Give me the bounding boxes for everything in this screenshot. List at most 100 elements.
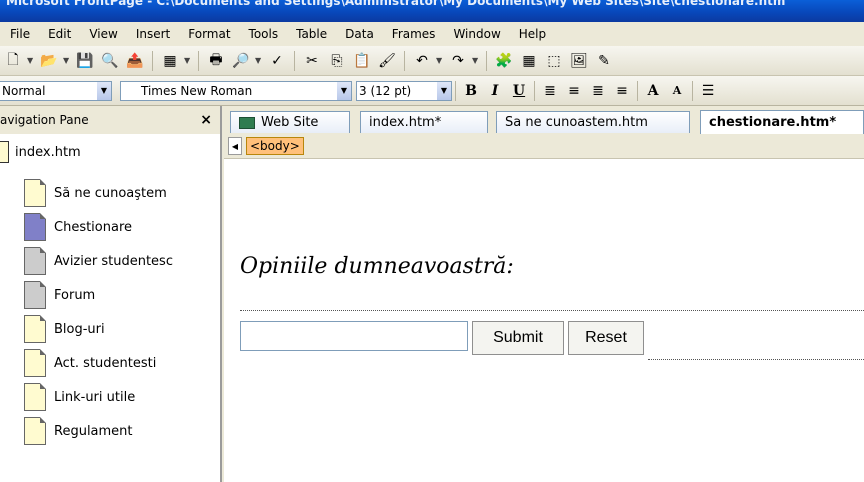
font-value: Times New Roman <box>141 83 253 98</box>
new-dropdown-icon[interactable]: ▼ <box>27 56 35 65</box>
align-left-icon[interactable]: ≣ <box>538 80 562 102</box>
font-dropdown[interactable]: Times New Roman ▼ <box>120 80 352 101</box>
web-component-icon[interactable]: 🧩 <box>493 50 515 72</box>
search-icon[interactable]: 🔍 <box>99 50 121 72</box>
menu-frames[interactable]: Frames <box>382 27 444 41</box>
font-size-value: 3 (12 pt) <box>359 83 412 98</box>
bold-button[interactable]: B <box>459 80 483 102</box>
justify-icon[interactable]: ≡ <box>610 80 634 102</box>
document-tabs: Web Site index.htm* Sa ne cunoastem.htm … <box>224 106 864 135</box>
new-page-icon[interactable]: 🗋 <box>2 50 24 72</box>
preview-icon[interactable]: 🔎 <box>230 50 252 72</box>
menu-view[interactable]: View <box>79 27 125 41</box>
redo-icon[interactable]: ↷ <box>447 50 469 72</box>
nav-item-label: Link-uri utile <box>54 389 136 405</box>
chevron-down-icon[interactable]: ▼ <box>97 81 111 100</box>
menu-format[interactable]: Format <box>178 27 238 41</box>
nav-item[interactable]: Act. studentesti <box>24 346 173 380</box>
open-dropdown-icon[interactable]: ▼ <box>63 56 71 65</box>
numbering-icon[interactable]: ☰ <box>696 80 720 102</box>
format-painter-icon[interactable]: 🖌 <box>376 50 398 72</box>
toolbar-separator <box>534 80 535 101</box>
nav-item[interactable]: Link-uri utile <box>24 380 173 414</box>
nav-item-label: Forum <box>54 287 96 303</box>
menu-tools[interactable]: Tools <box>239 27 287 41</box>
publish-icon[interactable]: 📤 <box>124 50 146 72</box>
tab-chestionare[interactable]: chestionare.htm* <box>700 110 864 134</box>
underline-button[interactable]: U <box>507 80 531 102</box>
tab-label: index.htm* <box>369 115 442 130</box>
nav-item[interactable]: Blog-uri <box>24 312 173 346</box>
quick-tag-selector: ◀ <body> <box>224 134 864 159</box>
tab-sa-ne-cunoastem[interactable]: Sa ne cunoastem.htm <box>496 111 690 133</box>
menu-data[interactable]: Data <box>335 27 382 41</box>
undo-icon[interactable]: ↶ <box>411 50 433 72</box>
align-right-icon[interactable]: ≣ <box>586 80 610 102</box>
title-bar: Microsoft FrontPage - C:\Documents and S… <box>0 0 864 22</box>
menu-file[interactable]: File <box>0 27 38 41</box>
editor-area: Web Site index.htm* Sa ne cunoastem.htm … <box>224 106 864 482</box>
pane-dropdown-icon[interactable]: ▼ <box>184 56 192 65</box>
tab-label: chestionare.htm* <box>709 115 837 130</box>
nav-list: Să ne cunoaştem Chestionare Avizier studen… <box>24 176 173 448</box>
nav-root-item[interactable]: index.htm <box>0 141 81 163</box>
undo-dropdown-icon[interactable]: ▼ <box>436 56 444 65</box>
nav-item[interactable]: Să ne cunoaştem <box>24 176 173 210</box>
italic-button[interactable]: I <box>483 80 507 102</box>
body-tag[interactable]: <body> <box>246 137 304 155</box>
menu-table[interactable]: Table <box>286 27 335 41</box>
toggle-pane-icon[interactable]: ▦ <box>159 50 181 72</box>
form-region[interactable]: Submit Reset <box>240 310 864 367</box>
grow-font-button[interactable]: A <box>641 80 665 102</box>
menu-help[interactable]: Help <box>509 27 554 41</box>
toolbar-separator <box>455 80 456 101</box>
style-dropdown[interactable]: Normal ▼ <box>0 80 112 101</box>
print-icon[interactable]: 🖶 <box>205 50 227 72</box>
style-value: Normal <box>2 83 46 98</box>
preview-dropdown-icon[interactable]: ▼ <box>255 56 263 65</box>
tab-index[interactable]: index.htm* <box>360 111 488 133</box>
menu-bar: File Edit View Insert Format Tools Table… <box>0 22 864 46</box>
nav-item[interactable]: Forum <box>24 278 173 312</box>
shrink-font-button[interactable]: A <box>665 80 689 102</box>
nav-root-label: index.htm <box>15 144 81 160</box>
nav-item[interactable]: Avizier studentesc <box>24 244 173 278</box>
standard-toolbar: 🗋 ▼ 📂 ▼ 💾 🔍 📤 ▦ ▼ 🖶 🔎 ▼ ✓ ✂ ⎘ 📋 🖌 ↶ ▼ ↷ … <box>0 46 864 76</box>
menu-window[interactable]: Window <box>443 27 508 41</box>
redo-dropdown-icon[interactable]: ▼ <box>472 56 480 65</box>
insert-layer-icon[interactable]: ⬚ <box>543 50 565 72</box>
nav-item[interactable]: Regulament <box>24 414 173 448</box>
insert-picture-icon[interactable]: 🖼 <box>568 50 590 72</box>
reset-button[interactable]: Reset <box>568 321 644 355</box>
tab-web-site[interactable]: Web Site <box>230 111 350 133</box>
cut-icon[interactable]: ✂ <box>301 50 323 72</box>
chevron-left-icon[interactable]: ◀ <box>228 137 242 155</box>
submit-button[interactable]: Submit <box>472 321 564 355</box>
window-title: Microsoft FrontPage - C:\Documents and S… <box>6 0 786 8</box>
text-input[interactable] <box>240 321 468 351</box>
toolbar-separator <box>692 80 693 101</box>
nav-item[interactable]: Chestionare <box>24 210 173 244</box>
drawing-icon[interactable]: ✎ <box>593 50 615 72</box>
nav-item-label: Chestionare <box>54 219 133 235</box>
page-icon <box>24 213 46 241</box>
open-folder-icon[interactable]: 📂 <box>38 50 60 72</box>
chevron-down-icon[interactable]: ▼ <box>337 81 351 100</box>
nav-item-label: Să ne cunoaştem <box>54 185 167 201</box>
menu-insert[interactable]: Insert <box>126 27 178 41</box>
spelling-icon[interactable]: ✓ <box>266 50 288 72</box>
save-icon[interactable]: 💾 <box>74 50 96 72</box>
toolbar-separator <box>486 50 487 71</box>
insert-table-icon[interactable]: ▦ <box>518 50 540 72</box>
chevron-down-icon[interactable]: ▼ <box>437 81 451 100</box>
tab-label: Web Site <box>261 115 319 130</box>
menu-edit[interactable]: Edit <box>38 27 79 41</box>
form-boundary <box>648 359 864 360</box>
paste-icon[interactable]: 📋 <box>351 50 373 72</box>
page-icon <box>24 349 46 377</box>
close-icon[interactable]: × <box>200 112 212 128</box>
align-center-icon[interactable]: ≡ <box>562 80 586 102</box>
page-heading[interactable]: Opiniile dumneavoastră: <box>240 254 514 279</box>
font-size-dropdown[interactable]: 3 (12 pt) ▼ <box>356 80 452 101</box>
copy-icon[interactable]: ⎘ <box>326 50 348 72</box>
